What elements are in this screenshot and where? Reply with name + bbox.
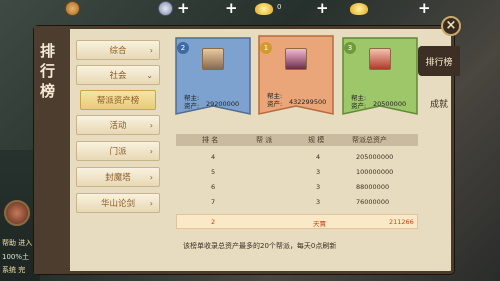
chevron-right-icon: › [149, 45, 153, 55]
cell-asset: 76000000 [356, 198, 390, 206]
menu-item-huashan[interactable]: 华山论剑 › [76, 193, 160, 213]
resource-bar: + + 0 + + [50, 0, 500, 20]
add-gold-2-button[interactable]: + [418, 0, 431, 16]
table-row[interactable]: 4 4 205000000 [176, 150, 418, 165]
tab-achievement[interactable]: 成就 [418, 88, 460, 118]
asset-value: 29200000 [206, 100, 240, 108]
table-row[interactable]: 7 3 76000000 [176, 195, 418, 210]
gold-value: 0 [277, 3, 282, 11]
col-rank: 排 名 [202, 136, 219, 144]
gold-ingot-icon [255, 3, 273, 15]
title-banner: 排 行 榜 [34, 26, 70, 274]
menu-item-society[interactable]: 社会 ⌄ [76, 65, 160, 85]
cell-asset: 88000000 [356, 183, 390, 191]
copper-coin-icon [65, 1, 80, 16]
menu-label: 帮派资产榜 [96, 96, 140, 106]
cell-asset: 100000000 [356, 168, 394, 176]
menu-label: 封魔塔 [105, 173, 131, 183]
side-label: 100%土 [2, 253, 30, 261]
tab-label: 排行榜 [425, 57, 453, 68]
ranking-table: 排 名 帮 派 规 模 帮派总资产 4 4 205000000 5 3 1000… [176, 134, 418, 254]
menu-label: 综合 [109, 46, 127, 56]
title-char: 榜 [40, 82, 56, 100]
tab-ranking[interactable]: 排行榜 [418, 46, 460, 76]
tab-label: 成就 [429, 99, 448, 110]
title-char: 排 [40, 42, 56, 60]
cell-scale: 3 [316, 198, 321, 206]
menu-item-tower[interactable]: 封魔塔 › [76, 167, 160, 187]
col-asset: 帮派总资产 [352, 136, 387, 144]
menu-item-activity[interactable]: 活动 › [76, 115, 160, 135]
guild-leader-avatar [285, 48, 307, 70]
rank-badge: 3 [344, 42, 356, 54]
add-gold-button[interactable]: + [316, 0, 329, 16]
cell-asset: 205000000 [356, 153, 394, 161]
cell-scale: 4 [316, 153, 321, 161]
menu-label: 活动 [109, 121, 127, 131]
my-guild-row[interactable]: 2 天賈 211266 [176, 214, 418, 229]
cell-rank: 7 [211, 198, 216, 206]
col-guild: 帮 派 [256, 136, 273, 144]
cell-rank: 6 [211, 183, 216, 191]
cell-rank: 4 [211, 153, 216, 161]
title-char: 行 [40, 62, 56, 80]
guild-leader-avatar [202, 48, 224, 70]
guild-leader-avatar [369, 48, 391, 70]
table-row[interactable]: 6 3 88000000 [176, 180, 418, 195]
add-copper-button[interactable]: + [177, 0, 190, 16]
cell-guild: 天賈 [313, 220, 326, 228]
rank-card-1[interactable]: 1 帮主: 资产: 432299500 [257, 34, 335, 119]
table-row[interactable]: 5 3 100000000 [176, 165, 418, 180]
chevron-right-icon: › [149, 146, 153, 156]
menu-item-sect[interactable]: 门派 › [76, 141, 160, 161]
rank-badge: 2 [177, 42, 189, 54]
table-note: 该榜单收录总资产最多的20个帮派，每天0点刷新 [183, 242, 337, 250]
rank-card-2[interactable]: 2 帮主: 资产: 29200000 [174, 34, 252, 119]
menu-item-overall[interactable]: 综合 › [76, 40, 160, 60]
asset-label: 资产: [184, 102, 200, 110]
table-header: 排 名 帮 派 规 模 帮派总资产 [176, 134, 418, 146]
cell-rank: 5 [211, 168, 216, 176]
menu-label: 门派 [109, 147, 127, 157]
cell-scale: 3 [316, 168, 321, 176]
gold-ingot-2-icon [350, 3, 368, 15]
asset-value: 20500000 [373, 100, 407, 108]
chevron-right-icon: › [149, 198, 153, 208]
submenu-guild-asset[interactable]: 帮派资产榜 [80, 90, 156, 110]
side-label: 帮助 进入 [2, 239, 33, 247]
silver-coin-icon [158, 1, 173, 16]
chevron-right-icon: › [149, 120, 153, 130]
chevron-down-icon: ⌄ [146, 70, 153, 80]
cell-rank: 2 [211, 218, 216, 226]
rank-badge: 1 [260, 42, 272, 54]
asset-label: 资产: [267, 100, 283, 108]
rank-card-3[interactable]: 3 帮主: 资产: 20500000 [341, 34, 419, 119]
add-silver-button[interactable]: + [225, 0, 238, 16]
cell-scale: 3 [316, 183, 321, 191]
side-label: 系统 完 [2, 266, 26, 274]
asset-label: 资产: [351, 102, 367, 110]
menu-label: 社会 [109, 71, 127, 81]
cell-asset: 211266 [389, 218, 414, 226]
menu-label: 华山论剑 [100, 199, 135, 209]
col-scale: 规 模 [308, 136, 325, 144]
close-button[interactable]: × [441, 16, 461, 36]
asset-value: 432299500 [289, 98, 327, 106]
avatar[interactable] [4, 200, 30, 226]
chevron-right-icon: › [149, 172, 153, 182]
